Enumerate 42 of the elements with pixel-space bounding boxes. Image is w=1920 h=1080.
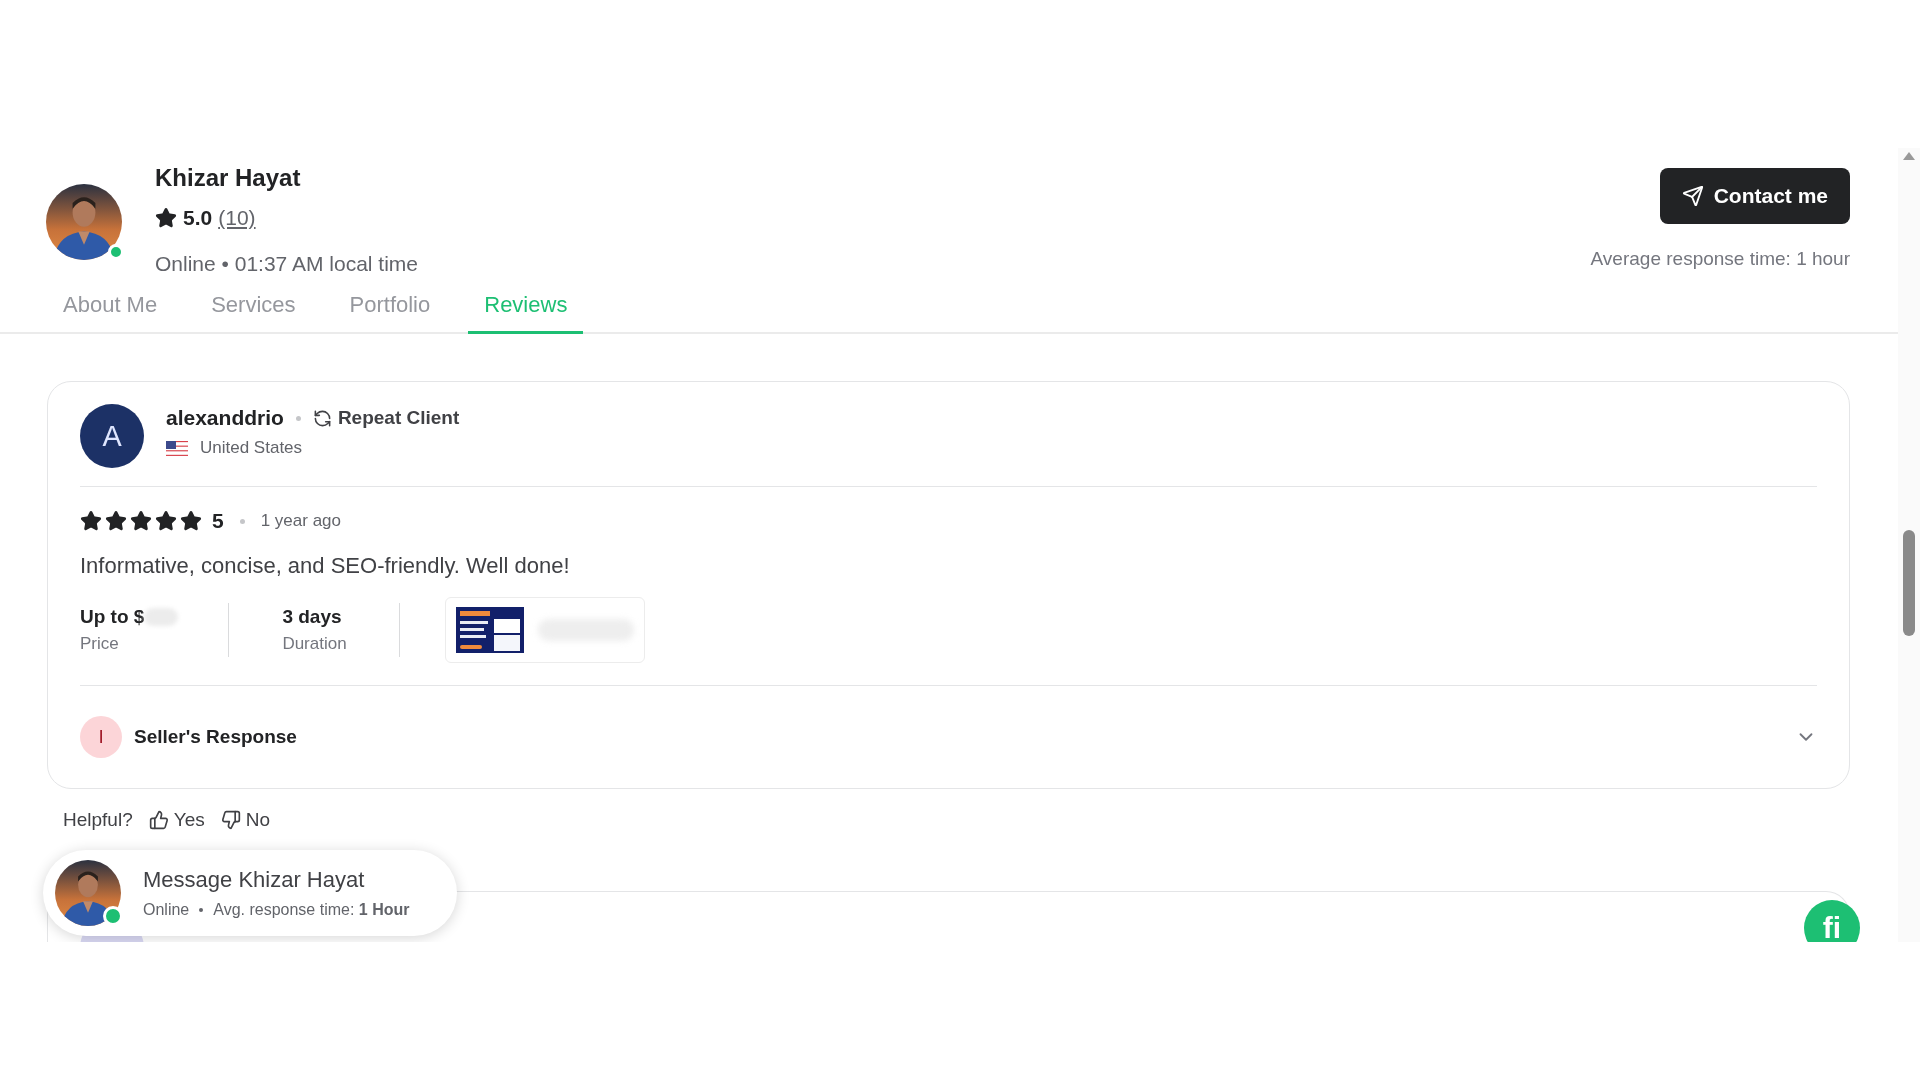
no-button[interactable]: No [220,809,270,831]
seller-name: Khizar Hayat [155,163,302,193]
status-text: Online • 01:37 AM local time [155,252,418,276]
gig-thumbnail[interactable] [444,597,645,663]
scrollbar-thumb[interactable] [1903,530,1915,636]
seller-avatar: I [80,716,122,758]
helpful-label: Helpful? [63,809,133,831]
star-icon [180,510,202,532]
star-icon [80,510,102,532]
review-time: 1 year ago [260,511,342,531]
price-value: Up to $ [80,606,179,628]
online-status: Online [143,901,190,919]
paper-plane-icon [1681,185,1704,207]
price-label: Price [80,634,120,654]
duration-value: 3 days [282,606,343,628]
repeat-client-badge: Repeat Client [312,407,460,429]
yes-button[interactable]: Yes [148,809,205,831]
thumbs-up-icon [148,810,169,830]
rating-value: 5.0 [183,206,213,230]
star-icon [130,510,152,532]
message-popup[interactable]: Message Khizar Hayat Online Avg. response time: 1 Hour [43,850,457,936]
response-time-text: Average response time: 1 hour [1590,248,1850,270]
star-icon [105,510,127,532]
scroll-up-icon[interactable] [1903,152,1915,160]
message-title: Message Khizar Hayat [143,867,366,893]
flag-icon [166,440,188,456]
separator-dot [199,908,204,912]
reviewer-avatar: A [80,404,144,468]
star-icon [155,510,177,532]
review-count-link[interactable]: (10) [218,206,256,230]
response-time-text: Avg. response time: 1 Hour [213,901,410,919]
separator-dot [239,518,245,524]
star-icon [155,207,177,229]
review-text: Informative, concise, and SEO-friendly. Well done! [80,553,571,579]
contact-button[interactable]: Contact me [1659,168,1850,224]
rating-score: 5 [212,509,224,533]
thumbs-down-icon [220,810,241,830]
seller-response-label: Seller's Response [134,726,298,748]
duration-label: Duration [282,634,347,654]
reviewer-country: United States [200,438,303,458]
separator-dot [295,415,301,421]
reviewer-name: alexanddrio [166,406,284,430]
